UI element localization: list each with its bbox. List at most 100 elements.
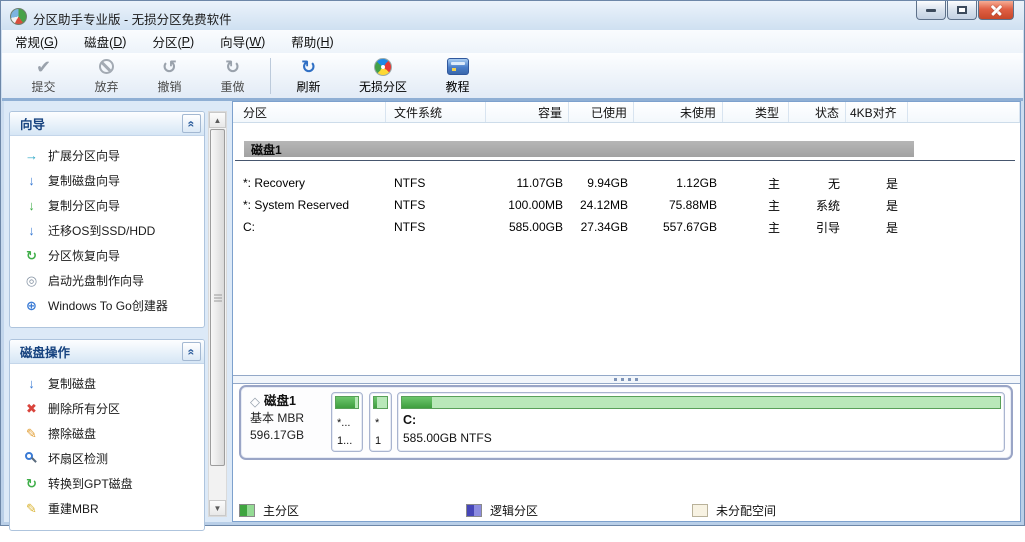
primary-partition-swatch-icon <box>239 504 255 517</box>
rebuild-mbr-icon: ✎ <box>26 500 37 516</box>
refresh-button[interactable]: ↻ 刷新 <box>277 56 340 96</box>
sidebar-scrollbar[interactable]: ▲ ▼ <box>208 111 227 517</box>
disk-operations-panel-title: 磁盘操作 <box>20 346 71 360</box>
sidebar-item-rebuild-mbr[interactable]: ✎ 重建MBR <box>10 496 204 521</box>
column-header-used[interactable]: 已使用 <box>569 102 634 122</box>
close-icon <box>990 4 1003 17</box>
column-header-partition[interactable]: 分区 <box>233 102 386 122</box>
table-row-recovery[interactable]: *: Recovery NTFS 11.07GB 9.94GB 1.12GB 主… <box>233 172 1020 194</box>
column-header-status[interactable]: 状态 <box>789 102 846 122</box>
disk-info: ◇ 磁盘1 基本 MBR 596.17GB <box>250 393 334 444</box>
collapse-button[interactable]: « <box>182 342 201 361</box>
table-row-c-drive[interactable]: C: NTFS 585.00GB 27.34GB 557.67GB 主 引导 是 <box>233 216 1020 238</box>
legend-bar: 主分区 逻辑分区 未分配空间 <box>233 500 1020 521</box>
menu-partition[interactable]: 分区(P) <box>139 30 207 53</box>
app-window: 分区助手专业版 - 无损分区免费软件 常规(G) 磁盘(D) 分区(P) 向导(… <box>0 0 1025 531</box>
sidebar-item-partition-recovery-wizard[interactable]: ↻ 分区恢复向导 <box>10 243 204 268</box>
sidebar-item-copy-disk-wizard[interactable]: ↓ 复制磁盘向导 <box>10 168 204 193</box>
sidebar-item-bad-sector-detect[interactable]: 坏扇区检测 <box>10 446 204 471</box>
wizard-panel-header: 向导 « <box>10 112 204 136</box>
menu-help[interactable]: 帮助(H) <box>278 30 346 53</box>
column-header-4kb-align[interactable]: 4KB对齐 <box>846 102 908 122</box>
disk-group-header[interactable]: 磁盘1 <box>244 141 914 157</box>
disk-name: 磁盘1 <box>264 394 296 408</box>
scroll-down-icon: ▼ <box>213 503 222 513</box>
window-title: 分区助手专业版 - 无损分区免费软件 <box>33 13 232 27</box>
sidebar-item-windows-to-go[interactable]: ⊕ Windows To Go创建器 <box>10 293 204 318</box>
wipe-disk-icon: ✎ <box>26 425 37 441</box>
disk-icon: ◇ <box>250 394 260 409</box>
disk-map-partition-c[interactable]: C: 585.00GB NTFS <box>397 392 1005 452</box>
legend-unallocated-space: 未分配空间 <box>692 502 776 519</box>
legend-primary-partition: 主分区 <box>239 502 299 519</box>
maximize-button[interactable] <box>947 1 977 20</box>
disk-operations-panel: 磁盘操作 « ↓ 复制磁盘 ✖ 删除所有分区 ✎ 擦除磁盘 坏扇区检测 ↻ 转换… <box>9 339 205 531</box>
app-logo-icon <box>10 8 27 25</box>
sidebar-item-bootable-cd-wizard[interactable]: ◎ 启动光盘制作向导 <box>10 268 204 293</box>
disk-group-underline <box>235 160 1015 161</box>
unallocated-swatch-icon <box>692 504 708 517</box>
sidebar-item-wipe-disk[interactable]: ✎ 擦除磁盘 <box>10 421 204 446</box>
close-button[interactable] <box>978 1 1014 20</box>
column-header-unused[interactable]: 未使用 <box>634 102 723 122</box>
chevron-up-icon: « <box>184 120 199 127</box>
extend-partition-wizard-icon: → <box>25 148 38 163</box>
bad-sector-detect-icon <box>23 451 40 467</box>
menu-general[interactable]: 常规(G) <box>2 30 71 53</box>
disk-map-partition-recovery[interactable]: *... 1... <box>331 392 363 452</box>
scrollbar-down-button[interactable]: ▼ <box>209 500 226 516</box>
scrollbar-up-button[interactable]: ▲ <box>209 112 226 128</box>
disk-operations-panel-header: 磁盘操作 « <box>10 340 204 364</box>
sidebar-item-copy-partition-wizard[interactable]: ↓ 复制分区向导 <box>10 193 204 218</box>
column-header-type[interactable]: 类型 <box>723 102 789 122</box>
column-header-capacity[interactable]: 容量 <box>486 102 569 122</box>
lossless-partition-button[interactable]: 无损分区 <box>340 56 426 96</box>
bootable-cd-wizard-icon: ◎ <box>25 272 38 288</box>
splitter-grip-icon <box>613 378 640 381</box>
migrate-os-icon: ↓ <box>28 223 35 238</box>
usage-bar <box>401 396 1001 409</box>
copy-partition-wizard-icon: ↓ <box>28 198 35 213</box>
sidebar-item-delete-all-partitions[interactable]: ✖ 删除所有分区 <box>10 396 204 421</box>
copy-disk-icon: ↓ <box>28 376 35 391</box>
discard-button[interactable]: 放弃 <box>75 56 138 96</box>
minimize-icon <box>926 8 936 12</box>
undo-icon: ↺ <box>161 56 178 77</box>
sidebar-item-extend-partition-wizard[interactable]: → 扩展分区向导 <box>10 143 204 168</box>
wizard-panel: 向导 « → 扩展分区向导 ↓ 复制磁盘向导 ↓ 复制分区向导 ↓ 迁移OS到S… <box>9 111 205 328</box>
toolbar-separator <box>270 57 271 94</box>
lossless-partition-icon <box>374 57 392 76</box>
sidebar-item-copy-disk[interactable]: ↓ 复制磁盘 <box>10 371 204 396</box>
sidebar-item-migrate-os[interactable]: ↓ 迁移OS到SSD/HDD <box>10 218 204 243</box>
wizard-panel-title: 向导 <box>20 118 46 132</box>
minimize-button[interactable] <box>916 1 946 20</box>
tutorial-icon <box>446 58 469 75</box>
main-panel: 分区 文件系统 容量 已使用 未使用 类型 状态 4KB对齐 磁盘1 *: Re… <box>232 101 1021 522</box>
menu-disk[interactable]: 磁盘(D) <box>71 30 139 53</box>
menu-wizard[interactable]: 向导(W) <box>207 30 278 53</box>
usage-bar <box>373 396 388 409</box>
redo-button[interactable]: ↻ 重做 <box>201 56 264 96</box>
legend-logical-partition: 逻辑分区 <box>466 502 538 519</box>
toolbar: ✔ 提交 放弃 ↺ 撤销 ↻ 重做 ↻ 刷新 无损分区 教程 <box>2 53 1023 101</box>
collapse-button[interactable]: « <box>182 114 201 133</box>
sidebar-item-convert-gpt[interactable]: ↻ 转换到GPT磁盘 <box>10 471 204 496</box>
table-row-system-reserved[interactable]: *: System Reserved NTFS 100.00MB 24.12MB… <box>233 194 1020 216</box>
copy-disk-wizard-icon: ↓ <box>28 173 35 188</box>
disk-map-panel[interactable]: ◇ 磁盘1 基本 MBR 596.17GB *... 1... * 1 C: 5… <box>239 385 1013 460</box>
discard-icon <box>99 59 114 74</box>
sidebar: 向导 « → 扩展分区向导 ↓ 复制磁盘向导 ↓ 复制分区向导 ↓ 迁移OS到S… <box>9 111 205 542</box>
undo-button[interactable]: ↺ 撤销 <box>138 56 201 96</box>
disk-map-partition-system-reserved[interactable]: * 1 <box>369 392 392 452</box>
partition-recovery-wizard-icon: ↻ <box>26 247 37 263</box>
commit-button[interactable]: ✔ 提交 <box>12 56 75 96</box>
convert-gpt-icon: ↻ <box>26 475 37 491</box>
panel-splitter[interactable] <box>233 375 1020 384</box>
commit-icon: ✔ <box>35 56 52 77</box>
windows-to-go-icon: ⊕ <box>26 297 37 313</box>
usage-bar <box>335 396 359 409</box>
scrollbar-thumb[interactable] <box>210 129 225 466</box>
refresh-icon: ↻ <box>300 56 317 77</box>
tutorial-button[interactable]: 教程 <box>426 56 489 96</box>
column-header-filesystem[interactable]: 文件系统 <box>386 102 486 122</box>
